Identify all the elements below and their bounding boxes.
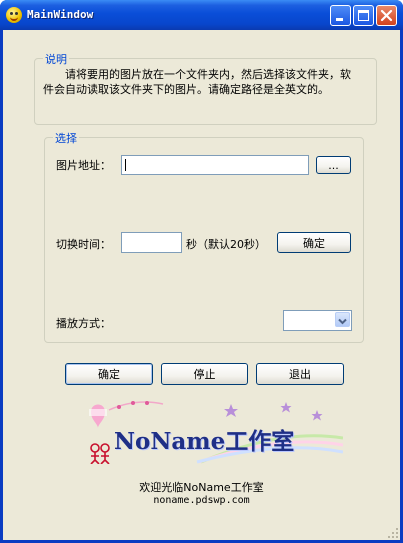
title-bar[interactable]: MainWindow bbox=[0, 0, 403, 30]
ok-button-label: 确定 bbox=[98, 368, 120, 381]
play-mode-select[interactable] bbox=[283, 310, 352, 331]
selection-group-title: 选择 bbox=[53, 130, 79, 146]
interval-confirm-button[interactable]: 确定 bbox=[277, 232, 351, 253]
interval-label: 切换时间： bbox=[56, 238, 111, 251]
maximize-button[interactable] bbox=[353, 5, 374, 26]
welcome-text: 欢迎光临NoName工作室 bbox=[139, 481, 264, 494]
browse-button-label: ... bbox=[328, 158, 339, 172]
instructions-group: 说明 请将要用的图片放在一个文件夹内，然后选择该文件夹，软件会自动读取该文件夹下… bbox=[34, 51, 377, 125]
studio-logo: NoName工作室 bbox=[81, 398, 343, 464]
image-path-input[interactable] bbox=[121, 155, 309, 175]
instructions-group-title: 说明 bbox=[43, 51, 69, 67]
interval-input[interactable] bbox=[121, 232, 182, 253]
maximize-icon bbox=[358, 10, 369, 21]
interval-unit-label: 秒（默认20秒） bbox=[186, 238, 266, 251]
image-path-label: 图片地址： bbox=[56, 159, 111, 172]
close-icon bbox=[380, 9, 393, 22]
window-title: MainWindow bbox=[27, 8, 94, 21]
exit-button-label: 退出 bbox=[289, 368, 311, 381]
stop-button[interactable]: 停止 bbox=[161, 363, 248, 385]
minimize-icon bbox=[336, 18, 343, 21]
close-button[interactable] bbox=[376, 5, 397, 26]
text-caret bbox=[125, 159, 126, 171]
play-mode-label: 播放方式： bbox=[56, 317, 111, 330]
browse-button[interactable]: ... bbox=[316, 156, 351, 174]
main-window: MainWindow 说明 请将要用的图片放在一个文件夹内，然后选择该文件夹，软… bbox=[0, 0, 403, 543]
exit-button[interactable]: 退出 bbox=[256, 363, 344, 385]
ok-button[interactable]: 确定 bbox=[65, 363, 153, 385]
stop-button-label: 停止 bbox=[193, 368, 216, 381]
website-url: noname.pdswp.com bbox=[153, 495, 250, 506]
instructions-text: 请将要用的图片放在一个文件夹内，然后选择该文件夹，软件会自动读取该文件夹下的图片… bbox=[43, 68, 351, 96]
client-area: 说明 请将要用的图片放在一个文件夹内，然后选择该文件夹，软件会自动读取该文件夹下… bbox=[3, 30, 400, 540]
chevron-down-icon bbox=[338, 318, 347, 325]
dropdown-arrow-button[interactable] bbox=[335, 312, 350, 327]
app-smiley-icon bbox=[6, 7, 22, 23]
logo-text: NoName工作室 bbox=[114, 428, 295, 455]
interval-confirm-label: 确定 bbox=[303, 236, 325, 250]
minimize-button[interactable] bbox=[330, 5, 351, 26]
resize-grip-icon[interactable] bbox=[387, 527, 399, 539]
